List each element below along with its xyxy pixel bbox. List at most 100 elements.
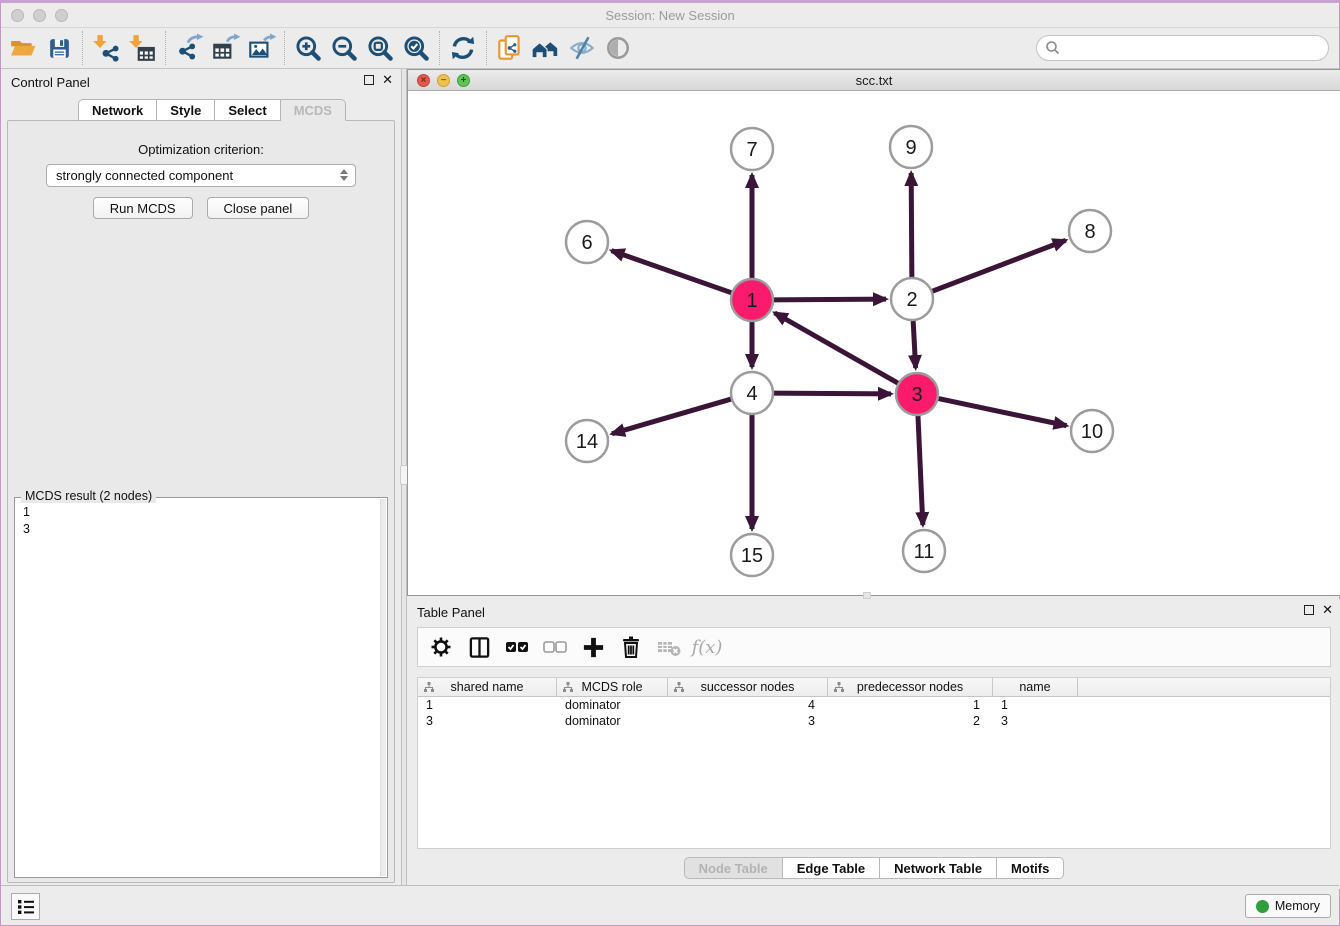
- import-network-button[interactable]: [88, 30, 124, 66]
- search-field[interactable]: [1036, 35, 1329, 61]
- graph-node-11[interactable]: 11: [903, 530, 945, 572]
- delete-table-button[interactable]: [654, 632, 684, 662]
- graph-node-7[interactable]: 7: [731, 128, 773, 170]
- float-panel-icon[interactable]: [364, 75, 374, 85]
- tab-mcds[interactable]: MCDS: [281, 99, 346, 121]
- delete-row-button[interactable]: [616, 632, 646, 662]
- graph-edge-4-3[interactable]: [771, 393, 891, 394]
- graph-node-1[interactable]: 1: [731, 279, 773, 321]
- column-header-mcds-role[interactable]: MCDS role: [557, 678, 668, 696]
- mcds-result-lines[interactable]: 13: [15, 500, 377, 877]
- graph-edge-3-1[interactable]: [775, 313, 901, 385]
- run-mcds-button[interactable]: Run MCDS: [93, 197, 193, 219]
- zoom-fit-button[interactable]: [362, 30, 398, 66]
- tab-edge-table[interactable]: Edge Table: [783, 857, 880, 879]
- optimization-criterion-select[interactable]: strongly connected component: [46, 164, 356, 187]
- tab-motifs[interactable]: Motifs: [997, 857, 1064, 879]
- graph-node-15[interactable]: 15: [731, 534, 773, 576]
- table-cell[interactable]: 1: [418, 697, 557, 713]
- graph-node-6[interactable]: 6: [566, 221, 608, 263]
- task-history-button[interactable]: [11, 893, 40, 920]
- show-eye-icon: [604, 34, 632, 62]
- table-cell[interactable]: 1: [828, 697, 993, 713]
- graph-edge-1-2[interactable]: [771, 299, 886, 300]
- graph-edge-2-8[interactable]: [930, 240, 1066, 292]
- select-all-rows-button[interactable]: [502, 632, 532, 662]
- import-table-button[interactable]: [124, 30, 160, 66]
- search-input[interactable]: [1061, 41, 1328, 56]
- network-resize-grip[interactable]: [863, 592, 871, 599]
- tab-network[interactable]: Network: [78, 99, 157, 121]
- export-table-button[interactable]: [207, 30, 243, 66]
- table-cell[interactable]: 3: [993, 713, 1078, 729]
- graph-node-3[interactable]: 3: [896, 373, 938, 415]
- tab-node-table[interactable]: Node Table: [684, 857, 783, 879]
- graph-node-10[interactable]: 10: [1071, 410, 1113, 452]
- zoom-in-icon: [294, 34, 323, 63]
- graph-node-label: 10: [1081, 421, 1103, 443]
- apply-layout-button[interactable]: [445, 30, 481, 66]
- gear-icon: [429, 635, 453, 659]
- memory-button[interactable]: Memory: [1245, 894, 1331, 918]
- graph-node-14[interactable]: 14: [566, 420, 608, 462]
- network-window-titlebar[interactable]: × − + scc.txt: [408, 70, 1340, 91]
- columns-icon: [468, 636, 491, 659]
- graph-node-8[interactable]: 8: [1069, 210, 1111, 252]
- export-image-button[interactable]: [243, 30, 279, 66]
- graph-edge-2-9[interactable]: [911, 173, 912, 280]
- control-panel: Control Panel ✕ Network Style Select MCD…: [1, 69, 401, 889]
- show-all-button[interactable]: [600, 30, 636, 66]
- graph-edge-4-14[interactable]: [612, 398, 734, 433]
- first-neighbors-button[interactable]: [528, 30, 564, 66]
- open-folder-icon: [9, 34, 37, 62]
- close-panel-button[interactable]: Close panel: [207, 197, 310, 219]
- tab-network-table[interactable]: Network Table: [880, 857, 997, 879]
- table-row[interactable]: 1dominator411: [418, 697, 1330, 713]
- table-panel-header: Table Panel ✕: [407, 599, 1340, 625]
- graph-node-4[interactable]: 4: [731, 372, 773, 414]
- column-header-predecessor-nodes[interactable]: predecessor nodes: [828, 678, 993, 696]
- table-panel: Table Panel ✕: [407, 599, 1340, 889]
- table-cell[interactable]: 3: [668, 713, 828, 729]
- zoom-out-button[interactable]: [326, 30, 362, 66]
- tab-select[interactable]: Select: [215, 99, 280, 121]
- column-header-shared-name[interactable]: shared name: [418, 678, 557, 696]
- copy-network-icon: [495, 33, 525, 63]
- deselect-all-rows-button[interactable]: [540, 632, 570, 662]
- zoom-selected-button[interactable]: [398, 30, 434, 66]
- table-cell[interactable]: 2: [828, 713, 993, 729]
- column-header-successor-nodes[interactable]: successor nodes: [668, 678, 828, 696]
- mcds-result-box: MCDS result (2 nodes) 13: [14, 497, 388, 878]
- table-cell[interactable]: 3: [418, 713, 557, 729]
- table-cell[interactable]: dominator: [557, 697, 668, 713]
- copy-network-button[interactable]: [492, 30, 528, 66]
- save-icon: [46, 35, 73, 62]
- float-table-panel-icon[interactable]: [1304, 605, 1314, 615]
- function-builder-button[interactable]: f(x): [692, 632, 722, 662]
- network-graph[interactable]: 1 2 3 4 6 7 8 9 10 11 14 15: [408, 91, 1340, 595]
- table-row[interactable]: 3dominator323: [418, 713, 1330, 729]
- table-cell[interactable]: 4: [668, 697, 828, 713]
- graph-edge-1-6[interactable]: [612, 251, 735, 294]
- close-table-panel-icon[interactable]: ✕: [1322, 604, 1333, 616]
- hide-selected-button[interactable]: [564, 30, 600, 66]
- graph-edge-2-3[interactable]: [913, 318, 916, 368]
- tab-style[interactable]: Style: [157, 99, 215, 121]
- graph-edge-3-10[interactable]: [936, 398, 1067, 426]
- export-network-button[interactable]: [171, 30, 207, 66]
- graph-node-9[interactable]: 9: [890, 126, 932, 168]
- table-cell[interactable]: dominator: [557, 713, 668, 729]
- houses-icon: [530, 32, 562, 64]
- add-row-button[interactable]: [578, 632, 608, 662]
- graph-edge-3-11[interactable]: [918, 413, 923, 525]
- zoom-in-button[interactable]: [290, 30, 326, 66]
- table-settings-button[interactable]: [426, 632, 456, 662]
- table-cell[interactable]: 1: [993, 697, 1078, 713]
- column-header-name[interactable]: name: [993, 678, 1078, 696]
- close-panel-icon[interactable]: ✕: [382, 74, 393, 86]
- result-scrollbar[interactable]: [380, 499, 386, 876]
- open-session-button[interactable]: [5, 30, 41, 66]
- show-columns-button[interactable]: [464, 632, 494, 662]
- graph-node-2[interactable]: 2: [891, 278, 933, 320]
- save-session-button[interactable]: [41, 30, 77, 66]
